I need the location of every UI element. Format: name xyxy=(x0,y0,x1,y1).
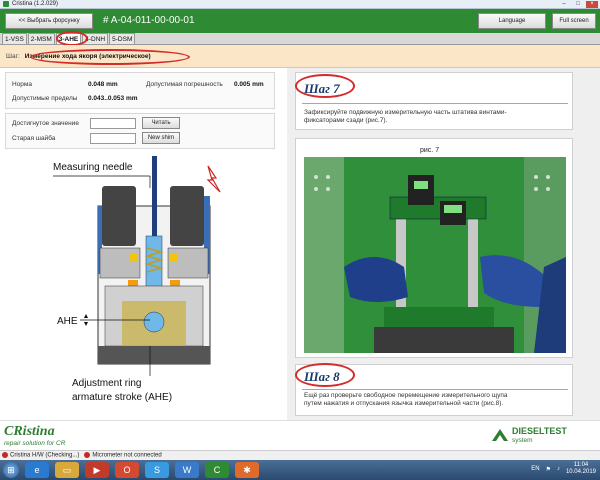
opera-icon[interactable]: O xyxy=(115,462,139,478)
old-shim-field[interactable] xyxy=(90,133,136,144)
word-icon[interactable]: W xyxy=(175,462,199,478)
step8-card: Шаг 8 Ещё раз проверьте свободное переме… xyxy=(295,364,573,416)
dieseltest-logo: DIESELTEST xyxy=(512,426,567,436)
step7-text-line1: Зафиксируйте подвижную измерительную час… xyxy=(304,109,507,116)
needle-label: Measuring needle xyxy=(53,162,133,173)
left-block xyxy=(99,247,141,279)
minimize-button[interactable]: – xyxy=(558,1,570,8)
ring-label-line1: Adjustment ring xyxy=(72,378,141,389)
folder-icon[interactable]: ▭ xyxy=(55,462,79,478)
tolerance-label: Допустимая погрешность xyxy=(146,81,223,88)
dieseltest-logo-icon xyxy=(492,429,508,441)
media-icon[interactable]: ▶ xyxy=(85,462,109,478)
status-bar: Cristina H/W (Checking...) Micrometer no… xyxy=(0,450,600,460)
right-coil xyxy=(170,186,204,246)
status-error-icon xyxy=(2,452,8,459)
left-coil xyxy=(102,186,136,246)
lightning-icon xyxy=(206,165,221,193)
status-error-icon-2 xyxy=(84,452,91,459)
tab-5-dsm[interactable]: 5-DSM xyxy=(109,33,136,44)
reached-value-label: Достигнутое значение xyxy=(12,120,79,127)
base-block xyxy=(98,346,210,364)
tab-strip: 1-VSS 2-MSM 3-AHE 4-DNH 5-DSM xyxy=(0,33,600,45)
dieseltest-tagline: system xyxy=(512,437,533,444)
window-titlebar: Cristina (1.2.029) – □ × xyxy=(0,0,600,9)
step8-text-line2: путем нажатия и отпускания язычка измери… xyxy=(304,400,504,407)
right-block xyxy=(167,247,209,279)
injector-diagram: Measuring needle AHE Adjustment ring arm… xyxy=(53,156,221,403)
fullscreen-button[interactable]: Full screen xyxy=(552,13,596,29)
status-item-micrometer: Micrometer not connected xyxy=(84,452,162,459)
volume-icon[interactable]: ♪ xyxy=(557,466,560,472)
window-title: Cristina (1.2.029) xyxy=(12,1,59,7)
language-indicator[interactable]: EN xyxy=(531,466,539,472)
select-injector-button[interactable]: << Выбрать форсунку xyxy=(5,13,93,29)
step8-text-line1: Ещё раз проверьте свободное перемещение … xyxy=(304,392,508,399)
parameters-box: Норма 0.048 mm Допустимая погрешность 0.… xyxy=(5,72,275,109)
limits-value: 0.043..0.053 mm xyxy=(88,95,138,102)
start-button-icon[interactable]: ⊞ xyxy=(3,462,19,478)
measuring-needle xyxy=(152,156,157,236)
tab-2-msm[interactable]: 2-MSM xyxy=(27,33,55,44)
close-button[interactable]: × xyxy=(586,1,598,8)
order-number: # A-04-011-00-00-01 xyxy=(103,15,195,26)
tab-1-vss[interactable]: 1-VSS xyxy=(2,33,27,44)
language-button[interactable]: Language xyxy=(478,13,546,29)
system-tray: EN ⚑ ♪ 11:04 10.04.2019 xyxy=(531,462,596,476)
maximize-button[interactable]: □ xyxy=(572,1,584,8)
figure7-photo xyxy=(304,157,566,353)
read-button[interactable]: Читать xyxy=(142,117,180,129)
step-value: Измерение хода якоря (электрическое) xyxy=(24,52,151,60)
tolerance-value: 0.005 mm xyxy=(234,81,264,88)
cristina-taskbar-icon[interactable]: C xyxy=(205,462,229,478)
app-taskbar-icon[interactable]: ✱ xyxy=(235,462,259,478)
skype-icon[interactable]: S xyxy=(145,462,169,478)
figure7-caption: рис. 7 xyxy=(420,147,440,154)
app-header: << Выбрать форсунку # A-04-011-00-00-01 … xyxy=(0,9,600,33)
reached-value-field[interactable] xyxy=(90,118,136,129)
ie-icon[interactable]: e xyxy=(25,462,49,478)
tab-3-ahe[interactable]: 3-AHE xyxy=(55,33,82,44)
norm-value: 0.048 mm xyxy=(88,81,118,88)
step8-title: Шаг 8 xyxy=(304,369,340,384)
flag-icon[interactable]: ⚑ xyxy=(546,466,551,473)
app-icon xyxy=(3,1,9,7)
cristina-logo: CRistina xyxy=(4,424,55,439)
yellow-part-2 xyxy=(170,254,178,262)
norm-label: Норма xyxy=(12,81,33,88)
yellow-part-1 xyxy=(130,254,138,262)
step7-card: Шаг 7 Зафиксируйте подвижную измерительн… xyxy=(295,72,573,130)
limits-label: Допустимые пределы xyxy=(12,95,78,102)
status-item-hw: Cristina H/W (Checking...) xyxy=(2,452,79,459)
cristina-tagline: repair solution for CR xyxy=(4,440,66,447)
clock[interactable]: 11:04 10.04.2019 xyxy=(566,462,596,476)
step-bar: Шаг: Измерение хода якоря (электрическое… xyxy=(0,45,600,68)
new-shim-button[interactable]: New shim xyxy=(142,132,180,144)
tab-4-dnh[interactable]: 4-DNH xyxy=(82,33,109,44)
windows-taskbar: ⊞ e ▭ ▶ O S W C ✱ EN ⚑ ♪ 11:04 10.04.201… xyxy=(0,460,600,480)
right-panel: Шаг 7 Зафиксируйте подвижную измерительн… xyxy=(287,68,600,420)
left-panel: Норма 0.048 mm Допустимая погрешность 0.… xyxy=(0,68,287,420)
ahe-label: AHE xyxy=(57,316,78,327)
step7-text-line2: фиксаторами сзади (рис.7). xyxy=(304,117,388,124)
ring-label-line2: armature stroke (AHE) xyxy=(72,392,172,403)
measurement-box: Достигнутое значение Читать Старая шайба… xyxy=(5,113,275,149)
footer: CRistina repair solution for CR DIESELTE… xyxy=(0,420,600,450)
armature xyxy=(143,311,165,333)
old-shim-label: Старая шайба xyxy=(12,135,56,142)
step7-title: Шаг 7 xyxy=(304,81,340,96)
step-label: Шаг: xyxy=(6,52,20,60)
figure7-card: рис. 7 xyxy=(295,138,573,358)
